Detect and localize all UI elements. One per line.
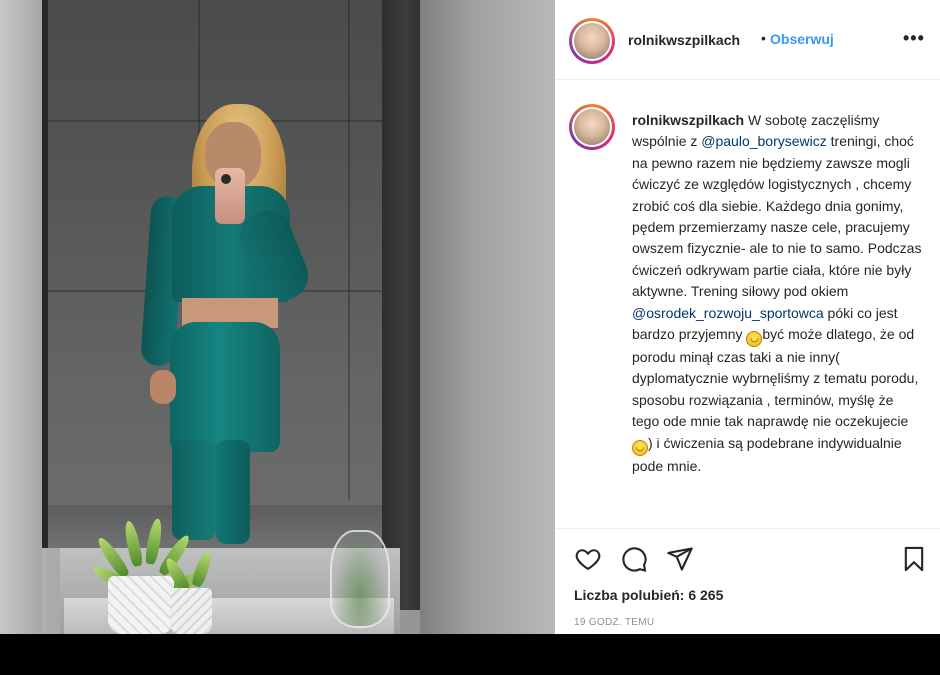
photo-phone-camera <box>221 174 231 184</box>
heart-icon[interactable] <box>574 545 602 573</box>
send-icon[interactable] <box>666 545 694 573</box>
grinning-face-emoji-icon: ◡ <box>746 331 763 348</box>
post-header: rolnikwszpilkach • Obserwuj ••• <box>555 0 940 80</box>
mention-link[interactable]: @osrodek_rozwoju_sportowca <box>632 305 824 321</box>
photo-door-frame <box>382 0 424 610</box>
avatar-image <box>572 21 612 61</box>
photo-person-leg <box>172 440 216 540</box>
photo-wall-right <box>420 0 555 634</box>
glass-terrarium <box>330 530 390 628</box>
mention-link[interactable]: @paulo_borysewicz <box>701 133 827 149</box>
post-timestamp[interactable]: 19 GODZ. TEMU <box>574 617 654 628</box>
username-link[interactable]: rolnikwszpilkach <box>628 32 740 48</box>
post-photo[interactable] <box>0 0 555 634</box>
comments-section: rolnikwszpilkach W sobotę zaczęliśmy wsp… <box>555 80 940 528</box>
plant-pot <box>108 576 174 634</box>
follow-button[interactable]: Obserwuj <box>770 31 834 47</box>
caption-text: treningi, choć na pewno razem nie będzie… <box>632 133 922 300</box>
separator-dot: • <box>761 30 766 46</box>
avatar-image <box>572 107 612 147</box>
instagram-post-modal: rolnikwszpilkach • Obserwuj ••• rolnikws… <box>0 0 940 634</box>
comment-icon[interactable] <box>620 545 648 573</box>
photo-person-leggings <box>170 322 280 452</box>
photo-wall-left <box>0 0 42 634</box>
smiling-face-emoji-icon: ◡ <box>632 439 648 456</box>
likes-count[interactable]: Liczba polubień: 6 265 <box>574 587 723 603</box>
photo-person-leg <box>216 440 250 544</box>
post-side-panel: rolnikwszpilkach • Obserwuj ••• rolnikws… <box>555 0 940 634</box>
tile-line <box>348 0 350 500</box>
caption-text: ) i ćwiczenia są podebrane indywidualnie… <box>632 434 902 474</box>
caption-username-link[interactable]: rolnikwszpilkach <box>632 112 744 128</box>
black-bottom-bar <box>0 634 940 675</box>
plant-pot <box>170 588 212 634</box>
avatar[interactable] <box>569 18 615 64</box>
more-options-icon[interactable]: ••• <box>903 28 925 49</box>
photo-person-hand <box>150 370 176 404</box>
post-caption: rolnikwszpilkach W sobotę zaczęliśmy wsp… <box>632 110 924 477</box>
avatar[interactable] <box>569 104 615 150</box>
post-actions: Liczba polubień: 6 265 19 GODZ. TEMU <box>555 528 940 634</box>
bookmark-icon[interactable] <box>900 545 928 573</box>
